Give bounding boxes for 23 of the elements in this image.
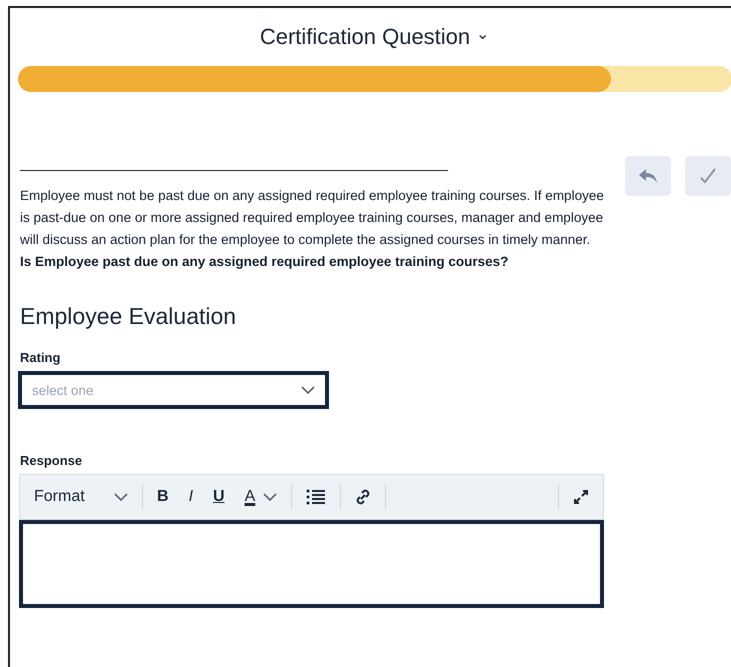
response-field[interactable] <box>19 520 604 608</box>
bold-button[interactable]: B <box>149 482 177 512</box>
chevron-down-icon <box>114 492 128 502</box>
description-text: Employee must not be past due on any assigned required employee training courses. If employee is past-due on one or more assigned required employee training courses, manager and employee will discuss an action plan for the employee to complete the assigned courses in timely manner. <box>20 187 605 249</box>
chevron-down-icon <box>263 492 278 502</box>
text-color-button[interactable]: A <box>236 482 286 512</box>
select-placeholder: select one <box>32 382 94 398</box>
rating-label: Rating <box>20 350 62 365</box>
checkmark-icon <box>699 168 717 184</box>
expand-icon <box>573 489 589 505</box>
reply-arrow-icon <box>638 168 658 184</box>
underline-button[interactable]: U <box>205 482 233 512</box>
back-button[interactable] <box>625 156 671 196</box>
italic-button[interactable]: I <box>180 482 202 512</box>
response-label: Response <box>20 453 84 468</box>
title-caret[interactable]: ⌄ <box>476 24 490 44</box>
chevron-down-icon <box>301 386 315 394</box>
section-title: Employee Evaluation <box>20 303 238 330</box>
format-dropdown[interactable]: Format <box>26 482 136 512</box>
link-icon <box>355 489 372 505</box>
bullet-list-icon <box>306 489 326 505</box>
page-title: Certification Question <box>260 24 470 50</box>
question-text: Is Employee past due on any assigned required employee training courses? <box>20 253 510 271</box>
